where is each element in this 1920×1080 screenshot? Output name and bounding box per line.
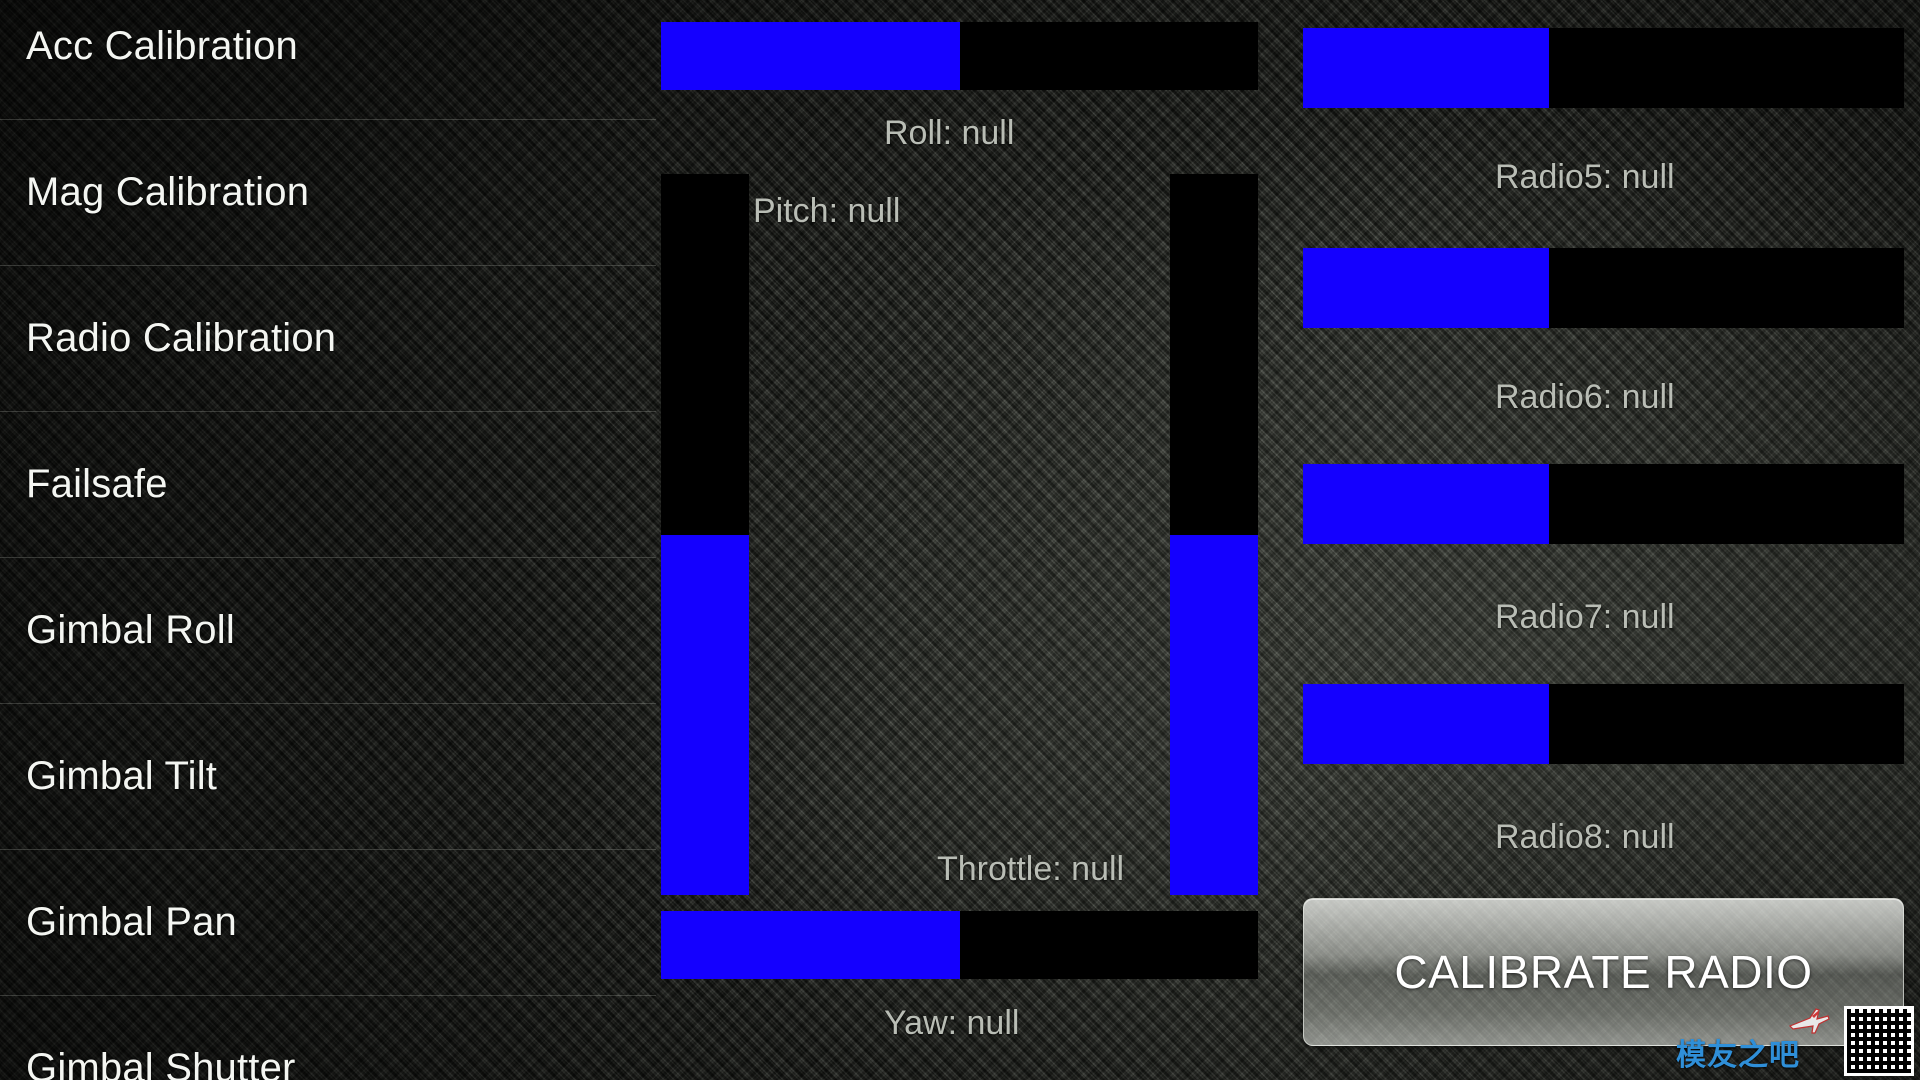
radio5-channel-bar bbox=[1303, 28, 1904, 108]
radio7-channel-fill bbox=[1303, 464, 1550, 544]
radio6-channel-fill bbox=[1303, 248, 1550, 328]
radio6-channel-label: Radio6: null bbox=[1495, 378, 1675, 416]
watermark-logo: 模友之吧 bbox=[1676, 1006, 1836, 1076]
watermark-text: 模友之吧 bbox=[1676, 1038, 1800, 1073]
radio8-channel-fill bbox=[1303, 684, 1550, 764]
watermark: 模友之吧 bbox=[1676, 1002, 1914, 1076]
radio6-channel-bar bbox=[1303, 248, 1904, 328]
radio7-channel-bar bbox=[1303, 464, 1904, 544]
radio8-channel-label: Radio8: null bbox=[1495, 818, 1675, 856]
radio8-channel-bar bbox=[1303, 684, 1904, 764]
qr-code-icon bbox=[1844, 1006, 1914, 1076]
calibrate-radio-button-label: CALIBRATE RADIO bbox=[1394, 946, 1813, 998]
radio5-channel-fill bbox=[1303, 28, 1550, 108]
radio7-channel-label: Radio7: null bbox=[1495, 598, 1675, 636]
radio5-channel-label: Radio5: null bbox=[1495, 158, 1675, 196]
aux-radio-channels-group: Radio5: null Radio6: null Radio7: null R… bbox=[0, 0, 1920, 1080]
